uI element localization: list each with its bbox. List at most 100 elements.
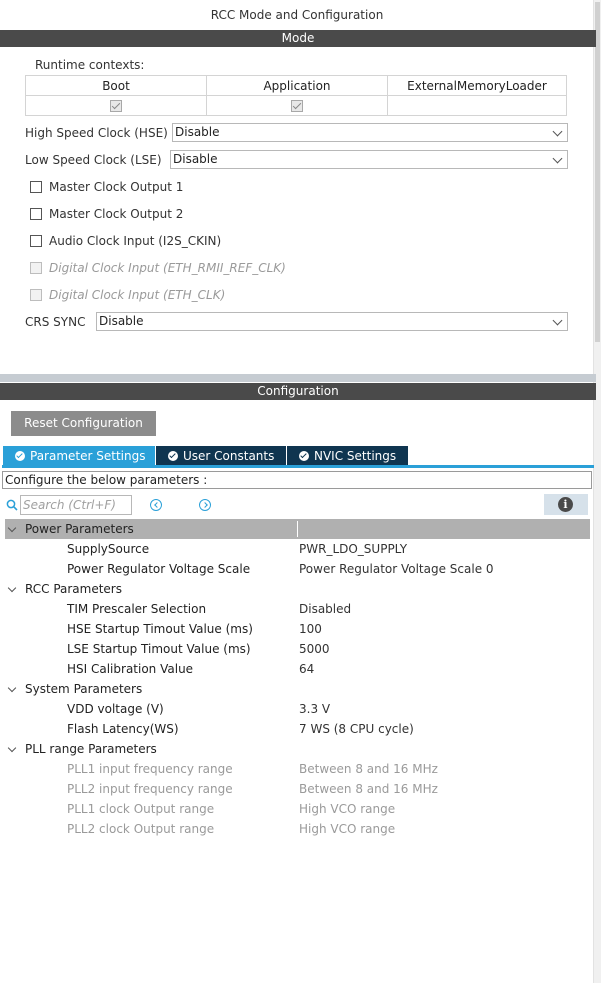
param-value[interactable]: 64 bbox=[299, 659, 314, 679]
param-row-pll1-input-range: PLL1 input frequency range Between 8 and… bbox=[5, 759, 590, 779]
panel-title: RCC Mode and Configuration bbox=[210, 8, 384, 22]
runtime-contexts-label: Runtime contexts: bbox=[35, 58, 145, 72]
runtime-contexts-table: Boot Application ExternalMemoryLoader bbox=[25, 75, 567, 116]
tab-label: NVIC Settings bbox=[314, 449, 397, 463]
mode-section-header[interactable]: Mode bbox=[0, 30, 596, 47]
context-cell-external-memory-loader bbox=[387, 95, 567, 116]
param-row-lse-startup[interactable]: LSE Startup Timout Value (ms) 5000 bbox=[5, 639, 590, 659]
checkbox-label: Digital Clock Input (ETH_CLK) bbox=[49, 288, 226, 302]
digital-clock-input-rmii-option: Digital Clock Input (ETH_RMII_REF_CLK) bbox=[30, 261, 286, 275]
param-value[interactable]: Power Regulator Voltage Scale 0 bbox=[299, 559, 494, 579]
tab-parameter-settings[interactable]: Parameter Settings bbox=[3, 446, 155, 466]
search-input[interactable]: Search (Ctrl+F) bbox=[20, 495, 132, 515]
param-value[interactable]: 5000 bbox=[299, 639, 330, 659]
audio-clock-input-checkbox[interactable] bbox=[30, 235, 42, 247]
lse-select-value: Disable bbox=[173, 152, 218, 166]
column-divider bbox=[297, 521, 298, 537]
info-button[interactable]: i bbox=[544, 494, 588, 515]
chevron-down-icon bbox=[7, 743, 17, 753]
param-row-hse-startup[interactable]: HSE Startup Timout Value (ms) 100 bbox=[5, 619, 590, 639]
param-row-pll2-input-range: PLL2 input frequency range Between 8 and… bbox=[5, 779, 590, 799]
hse-select-value: Disable bbox=[175, 125, 220, 139]
check-circle-icon bbox=[168, 451, 178, 461]
param-value[interactable]: 3.3 V bbox=[299, 699, 330, 719]
chevron-down-icon bbox=[7, 583, 17, 593]
param-row-vdd-voltage[interactable]: VDD voltage (V) 3.3 V bbox=[5, 699, 590, 719]
checkbox-label: Audio Clock Input (I2S_CKIN) bbox=[49, 234, 222, 248]
crs-sync-select[interactable]: Disable bbox=[96, 312, 568, 331]
tab-label: Parameter Settings bbox=[30, 449, 146, 463]
boot-context-checkbox[interactable] bbox=[110, 100, 122, 112]
checkbox-label: Digital Clock Input (ETH_RMII_REF_CLK) bbox=[49, 261, 286, 275]
param-name: TIM Prescaler Selection bbox=[67, 602, 207, 616]
param-name: PLL2 clock Output range bbox=[67, 822, 215, 836]
param-name: LSE Startup Timout Value (ms) bbox=[67, 642, 251, 656]
group-rcc-parameters[interactable]: RCC Parameters bbox=[5, 579, 590, 599]
param-name: HSI Calibration Value bbox=[67, 662, 194, 676]
param-name: SupplySource bbox=[67, 542, 150, 556]
tab-underline bbox=[2, 465, 594, 468]
checkbox-label: Master Clock Output 2 bbox=[49, 207, 184, 221]
param-row-pll2-output-range: PLL2 clock Output range High VCO range bbox=[5, 819, 590, 839]
param-value[interactable]: 100 bbox=[299, 619, 322, 639]
param-value[interactable]: 7 WS (8 CPU cycle) bbox=[299, 719, 414, 739]
digital-clock-input-rmii-checkbox bbox=[30, 262, 42, 274]
master-clock-output-2-option[interactable]: Master Clock Output 2 bbox=[30, 207, 183, 221]
context-cell-application bbox=[206, 95, 388, 116]
group-power-parameters[interactable]: Power Parameters bbox=[5, 519, 590, 539]
param-row-hsi-calibration[interactable]: HSI Calibration Value 64 bbox=[5, 659, 590, 679]
search-icon bbox=[6, 499, 18, 511]
param-name: Flash Latency(WS) bbox=[67, 722, 179, 736]
param-row-tim-prescaler[interactable]: TIM Prescaler Selection Disabled bbox=[5, 599, 590, 619]
reset-configuration-button[interactable]: Reset Configuration bbox=[11, 411, 156, 436]
instructions-text: Configure the below parameters : bbox=[2, 471, 592, 489]
chevron-down-icon bbox=[552, 153, 563, 164]
search-previous-icon[interactable] bbox=[150, 499, 162, 511]
param-name: PLL1 clock Output range bbox=[67, 802, 215, 816]
vertical-scrollbar[interactable] bbox=[593, 0, 601, 983]
master-clock-output-1-option[interactable]: Master Clock Output 1 bbox=[30, 180, 183, 194]
lse-label: Low Speed Clock (LSE) bbox=[25, 153, 162, 167]
lse-select[interactable]: Disable bbox=[170, 150, 568, 169]
hse-select[interactable]: Disable bbox=[172, 123, 568, 142]
chevron-down-icon bbox=[552, 315, 563, 326]
check-circle-icon bbox=[299, 451, 309, 461]
crs-sync-select-value: Disable bbox=[99, 314, 144, 328]
param-name: VDD voltage (V) bbox=[67, 702, 164, 716]
context-header-external-memory-loader: ExternalMemoryLoader bbox=[387, 75, 567, 96]
param-row-flash-latency[interactable]: Flash Latency(WS) 7 WS (8 CPU cycle) bbox=[5, 719, 590, 739]
chevron-down-icon bbox=[7, 683, 17, 693]
param-value: High VCO range bbox=[299, 802, 396, 816]
scrollbar-thumb[interactable] bbox=[595, 2, 600, 342]
application-context-checkbox[interactable] bbox=[291, 100, 303, 112]
context-header-boot: Boot bbox=[25, 75, 207, 96]
hse-label: High Speed Clock (HSE) bbox=[25, 126, 168, 140]
param-name: Power Regulator Voltage Scale bbox=[67, 562, 251, 576]
digital-clock-input-eth-option: Digital Clock Input (ETH_CLK) bbox=[30, 288, 225, 302]
tab-user-constants[interactable]: User Constants bbox=[156, 446, 286, 466]
tab-nvic-settings[interactable]: NVIC Settings bbox=[287, 446, 408, 466]
param-row-voltage-scale[interactable]: Power Regulator Voltage Scale Power Regu… bbox=[5, 559, 590, 579]
audio-clock-input-option[interactable]: Audio Clock Input (I2S_CKIN) bbox=[30, 234, 221, 248]
group-system-parameters[interactable]: System Parameters bbox=[5, 679, 590, 699]
context-header-application: Application bbox=[206, 75, 388, 96]
param-name: PLL2 input frequency range bbox=[67, 782, 233, 796]
param-value[interactable]: Disabled bbox=[299, 599, 351, 619]
group-pll-range-parameters[interactable]: PLL range Parameters bbox=[5, 739, 590, 759]
master-clock-output-1-checkbox[interactable] bbox=[30, 181, 42, 193]
master-clock-output-2-checkbox[interactable] bbox=[30, 208, 42, 220]
group-label: RCC Parameters bbox=[25, 582, 122, 596]
search-next-icon[interactable] bbox=[199, 499, 211, 511]
group-label: System Parameters bbox=[25, 682, 143, 696]
param-row-supply-source[interactable]: SupplySource PWR_LDO_SUPPLY bbox=[5, 539, 590, 559]
panel-splitter[interactable] bbox=[0, 374, 596, 382]
crs-sync-label: CRS SYNC bbox=[25, 315, 86, 329]
param-value: High VCO range bbox=[299, 822, 396, 836]
chevron-down-icon bbox=[552, 126, 563, 137]
param-value[interactable]: PWR_LDO_SUPPLY bbox=[299, 539, 407, 559]
configuration-section-header[interactable]: Configuration bbox=[0, 383, 596, 400]
param-value: Between 8 and 16 MHz bbox=[299, 782, 438, 796]
checkbox-label: Master Clock Output 1 bbox=[49, 180, 184, 194]
context-cell-boot bbox=[25, 95, 207, 116]
param-value: Between 8 and 16 MHz bbox=[299, 762, 438, 776]
